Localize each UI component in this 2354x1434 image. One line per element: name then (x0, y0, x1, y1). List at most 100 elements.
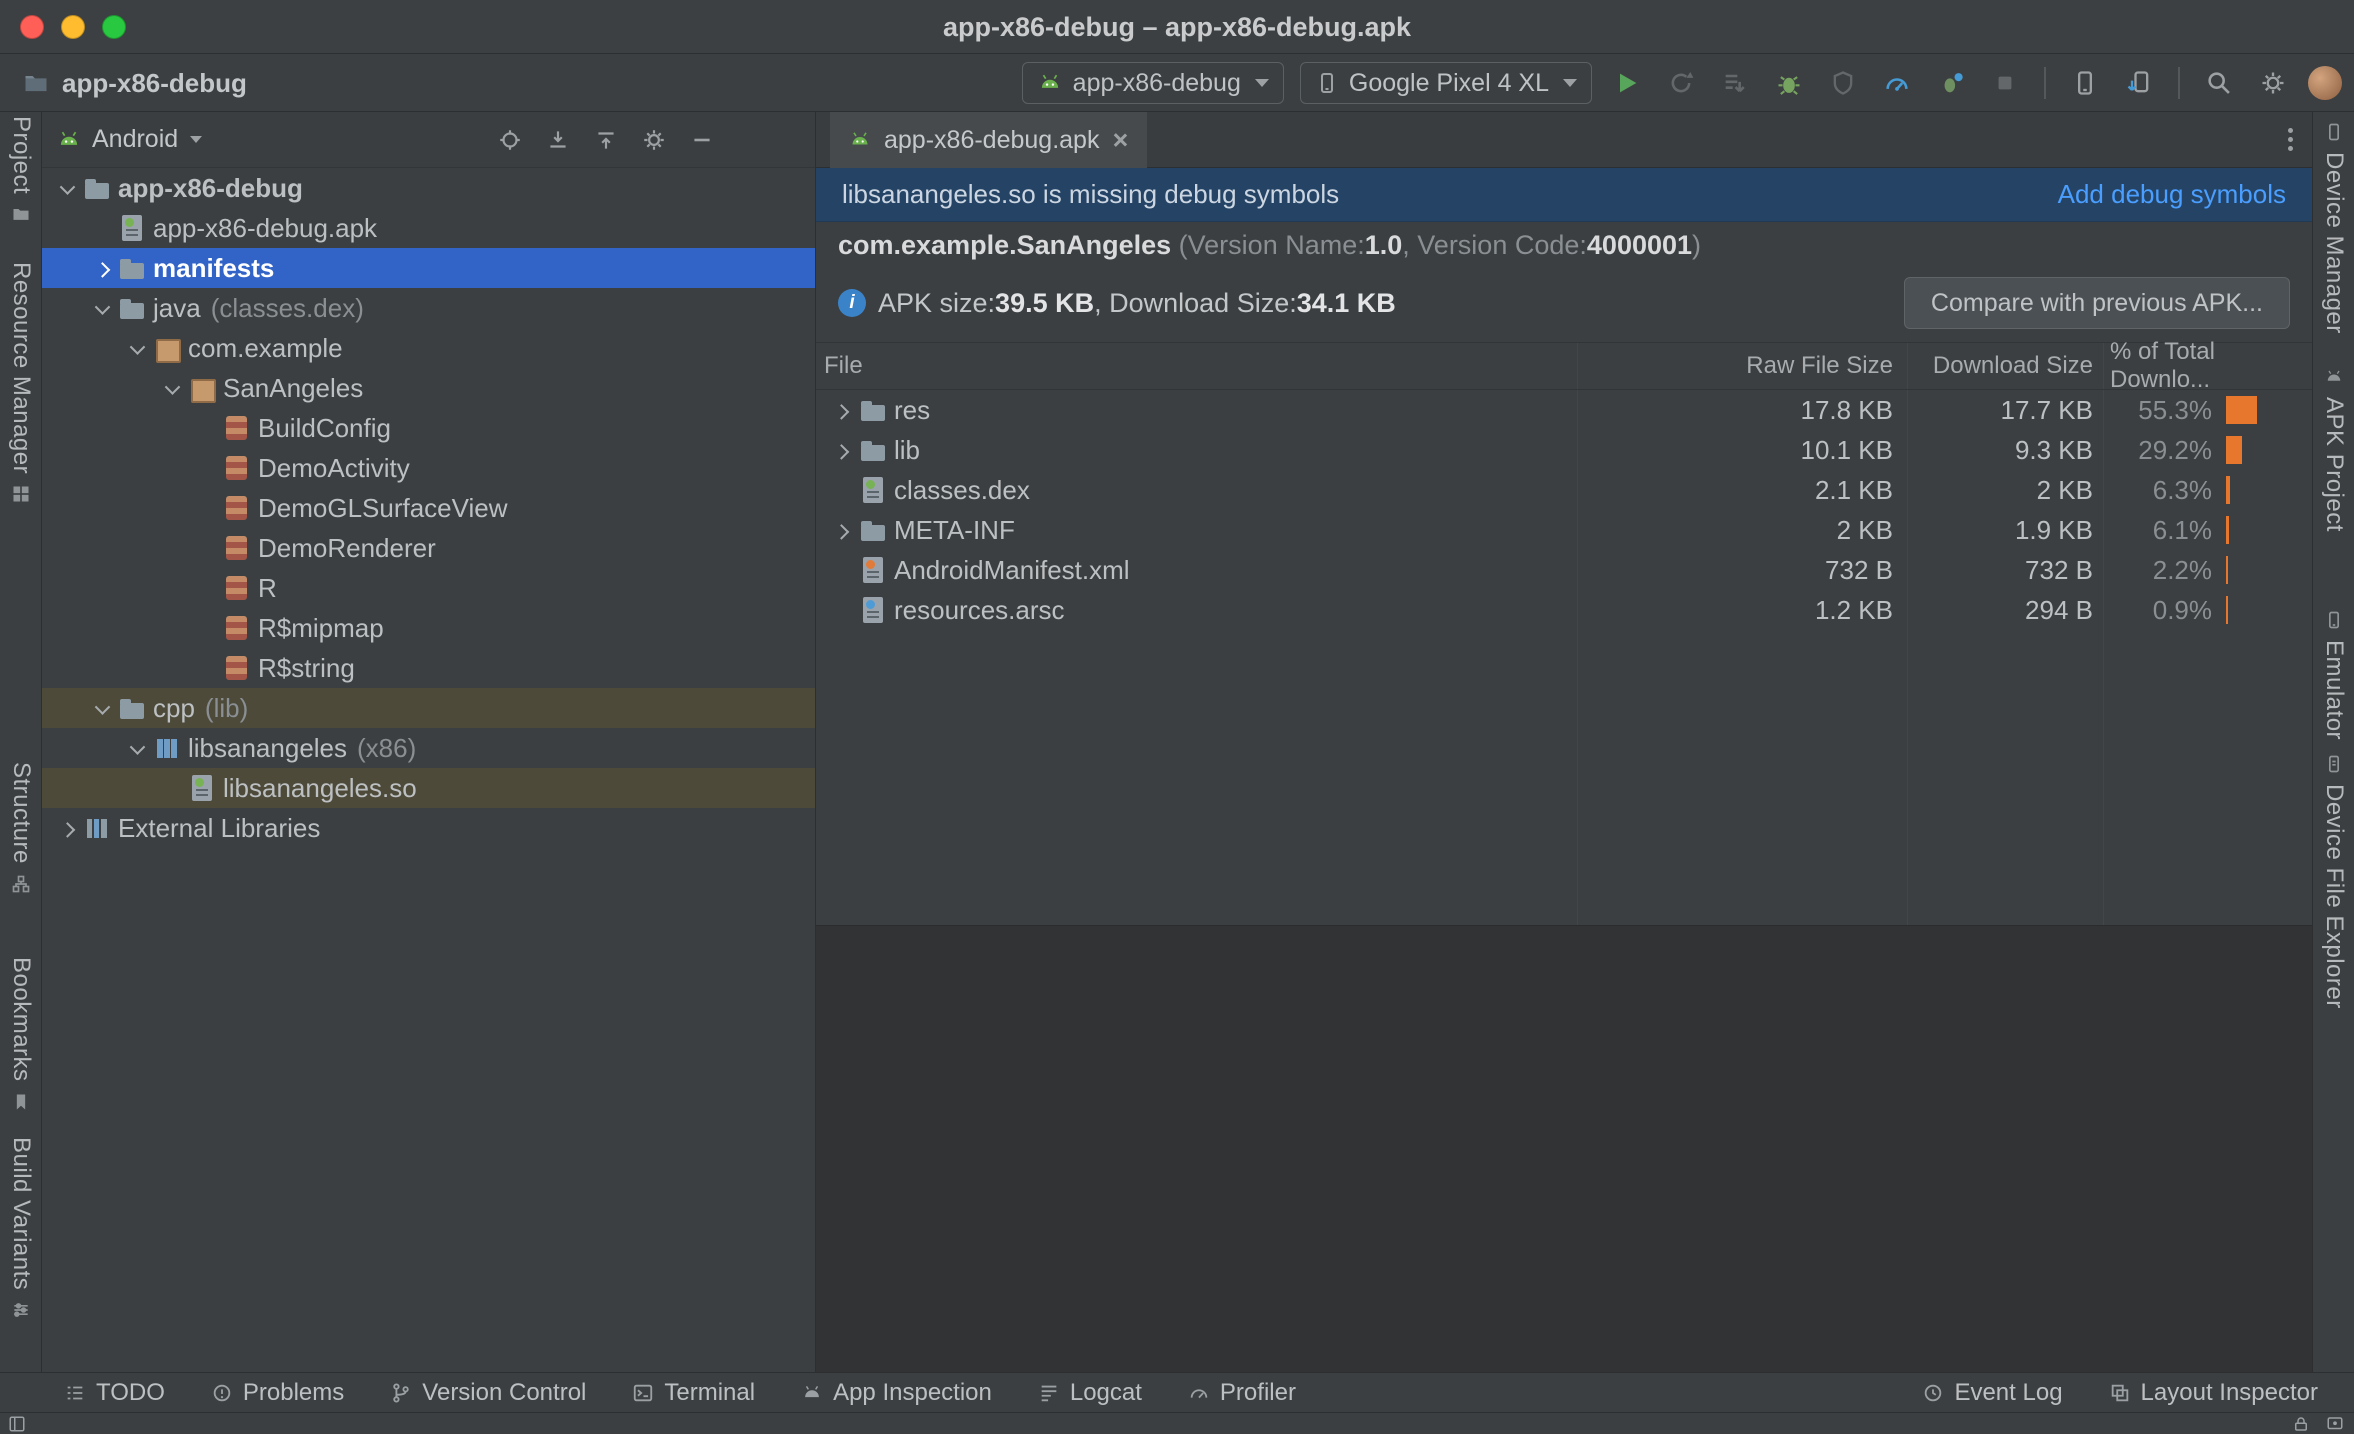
rerun-button[interactable] (1662, 64, 1700, 102)
app-inspection-icon (805, 1385, 819, 1397)
sidebar-item-apk-project[interactable]: APK Project (2313, 367, 2354, 532)
stop-button[interactable] (1986, 64, 2024, 102)
run-configuration-select[interactable]: app-x86-debug (1021, 62, 1284, 104)
tree-row-label: java (153, 292, 201, 323)
sidebar-item-resource-manager[interactable]: Resource Manager (0, 262, 42, 504)
chevron-right-icon[interactable] (824, 390, 858, 430)
hide-panel-icon[interactable] (689, 127, 715, 153)
sidebar-item-bookmarks[interactable]: Bookmarks (0, 957, 42, 1112)
download-size: 732 B (1908, 550, 2104, 590)
stripe-toggle-icon (9, 1416, 25, 1432)
settings-button[interactable] (2254, 64, 2292, 102)
chevron-down-icon[interactable] (122, 328, 152, 368)
table-row[interactable]: AndroidManifest.xml 732 B 732 B 2.2% (816, 550, 2312, 590)
statusbar-problems[interactable]: Problems (211, 1379, 344, 1407)
tab-apk-analyzer[interactable]: app-x86-debug.apk (830, 112, 1148, 168)
tree-row[interactable]: SanAngeles (42, 368, 815, 408)
sidebar-item-structure[interactable]: Structure (0, 762, 42, 894)
sidebar-item-project[interactable]: Project (0, 116, 42, 224)
chevron-right-icon[interactable] (824, 430, 858, 470)
table-row[interactable]: res 17.8 KB 17.7 KB 55.3% (816, 390, 2312, 430)
chevron-down-icon[interactable] (87, 288, 117, 328)
statusbar-todo[interactable]: TODO (64, 1379, 165, 1407)
chevron-right-icon[interactable] (824, 510, 858, 550)
tree-row[interactable]: DemoGLSurfaceView (42, 488, 815, 528)
chevron-down-icon[interactable] (52, 168, 82, 208)
notifications-icon[interactable] (2326, 1415, 2344, 1433)
tree-row[interactable]: com.example (42, 328, 815, 368)
chevron-right-icon[interactable] (52, 808, 82, 848)
locate-file-icon[interactable] (497, 127, 523, 153)
tree-row[interactable]: DemoActivity (42, 448, 815, 488)
apply-changes-button[interactable] (1716, 64, 1754, 102)
tab-options-icon[interactable] (2288, 128, 2294, 154)
statusbar-version-control[interactable]: Version Control (390, 1379, 586, 1407)
apk-project-icon (2327, 370, 2341, 381)
table-row[interactable]: classes.dex 2.1 KB 2 KB 6.3% (816, 470, 2312, 510)
tree-row[interactable]: libsanangeles.so (42, 768, 815, 808)
tree-row[interactable]: R (42, 568, 815, 608)
tree-row[interactable]: External Libraries (42, 808, 815, 848)
stripe-toggle-button[interactable] (8, 1415, 26, 1433)
column-header-percent[interactable]: % of Total Downlo... (2104, 338, 2312, 393)
table-row[interactable]: META-INF 2 KB 1.9 KB 6.1% (816, 510, 2312, 550)
statusbar-app-inspection[interactable]: App Inspection (801, 1379, 992, 1407)
tree-row[interactable]: cpp (lib) (42, 688, 815, 728)
table-row[interactable]: resources.arsc 1.2 KB 294 B 0.9% (816, 590, 2312, 630)
profiler-button[interactable] (1878, 64, 1916, 102)
close-tab-icon[interactable] (1111, 131, 1129, 149)
chevron-down-icon[interactable] (122, 728, 152, 768)
chevron-down-icon[interactable] (157, 368, 187, 408)
arsc-file-icon (860, 597, 886, 623)
expand-all-icon[interactable] (545, 127, 571, 153)
column-header-raw-size[interactable]: Raw File Size (1578, 343, 1908, 389)
user-avatar[interactable] (2308, 66, 2342, 100)
device-manager-button[interactable] (2066, 64, 2104, 102)
tree-row[interactable]: BuildConfig (42, 408, 815, 448)
column-header-download-size[interactable]: Download Size (1908, 343, 2104, 389)
debug-button[interactable] (1770, 64, 1808, 102)
sidebar-item-device-file-explorer[interactable]: Device File Explorer (2313, 754, 2354, 1009)
statusbar-profiler[interactable]: Profiler (1188, 1379, 1296, 1407)
attach-debugger-button[interactable] (1824, 64, 1862, 102)
add-debug-symbols-link[interactable]: Add debug symbols (2058, 179, 2286, 210)
tree-row[interactable]: app-x86-debug (42, 168, 815, 208)
tree-row-selected[interactable]: manifests (42, 248, 815, 288)
tree-row[interactable]: R$string (42, 648, 815, 688)
device-select[interactable]: Google Pixel 4 XL (1299, 62, 1592, 104)
project-tool-window: Android app-x86-debug app-x86-debug.apk … (42, 112, 816, 1372)
compare-apk-button[interactable]: Compare with previous APK... (1903, 277, 2290, 329)
tree-row[interactable]: libsanangeles (x86) (42, 728, 815, 768)
device-file-explorer-icon (2329, 755, 2339, 773)
statusbar-event-log[interactable]: Event Log (1922, 1379, 2063, 1407)
statusbar-terminal[interactable]: Terminal (632, 1379, 755, 1407)
tree-row-label: cpp (153, 692, 195, 723)
sidebar-item-emulator[interactable]: Emulator (2313, 610, 2354, 740)
project-breadcrumb[interactable]: app-x86-debug (22, 54, 247, 112)
chevron-right-icon[interactable] (87, 248, 117, 288)
statusbar-logcat[interactable]: Logcat (1038, 1379, 1142, 1407)
panel-settings-icon[interactable] (641, 127, 667, 153)
toolbar-separator (2044, 67, 2046, 99)
sidebar-item-build-variants[interactable]: Build Variants (0, 1137, 42, 1320)
tree-row[interactable]: java (classes.dex) (42, 288, 815, 328)
search-everywhere-button[interactable] (2200, 64, 2238, 102)
raw-size: 17.8 KB (1578, 390, 1908, 430)
table-row[interactable]: lib 10.1 KB 9.3 KB 29.2% (816, 430, 2312, 470)
profile-apk-button[interactable] (1932, 64, 1970, 102)
run-button[interactable] (1608, 64, 1646, 102)
device-mirror-button[interactable] (2120, 64, 2158, 102)
lock-icon[interactable] (2292, 1415, 2310, 1433)
collapse-all-icon[interactable] (593, 127, 619, 153)
project-view-selector[interactable]: Android (56, 125, 203, 154)
package-icon (189, 376, 216, 403)
column-header-file[interactable]: File (816, 343, 1578, 389)
tree-row[interactable]: R$mipmap (42, 608, 815, 648)
chevron-down-icon[interactable] (87, 688, 117, 728)
tree-row[interactable]: app-x86-debug.apk (42, 208, 815, 248)
statusbar-layout-inspector[interactable]: Layout Inspector (2109, 1379, 2318, 1407)
tree-row[interactable]: DemoRenderer (42, 528, 815, 568)
sidebar-item-device-manager[interactable]: Device Manager (2313, 122, 2354, 334)
